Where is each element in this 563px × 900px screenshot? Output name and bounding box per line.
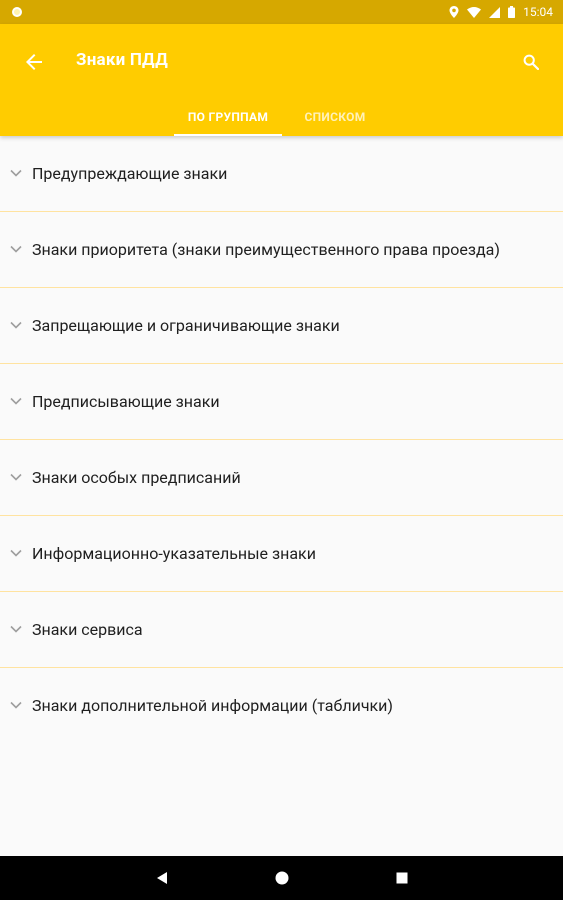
group-label: Запрещающие и ограничивающие знаки [32, 316, 340, 335]
chevron-down-icon [10, 549, 22, 557]
search-button[interactable] [517, 48, 545, 76]
nav-back-button[interactable] [152, 868, 172, 888]
group-item-special[interactable]: Знаки особых предписаний [0, 440, 563, 516]
group-label: Предупреждающие знаки [32, 164, 228, 183]
group-item-mandatory[interactable]: Предписывающие знаки [0, 364, 563, 440]
tab-by-groups[interactable]: ПО ГРУППАМ [174, 98, 282, 136]
notification-icon [12, 7, 22, 17]
chevron-down-icon [10, 321, 22, 329]
system-nav-bar [0, 856, 563, 900]
app-bar: Знаки ПДД ПО ГРУППАМ СПИСКОМ [0, 24, 563, 136]
group-item-priority[interactable]: Знаки приоритета (знаки преимущественног… [0, 212, 563, 288]
group-label: Знаки сервиса [32, 620, 143, 639]
group-item-additional[interactable]: Знаки дополнительной информации (табличк… [0, 668, 563, 744]
nav-home-button[interactable] [272, 868, 292, 888]
back-button[interactable] [20, 48, 48, 76]
search-icon [523, 54, 539, 70]
arrow-left-icon [26, 54, 42, 70]
location-icon [449, 6, 459, 18]
group-label: Знаки дополнительной информации (табличк… [32, 696, 393, 715]
home-circle-icon [275, 871, 289, 885]
tab-bar: ПО ГРУППАМ СПИСКОМ [0, 98, 563, 136]
back-triangle-icon [157, 872, 167, 884]
battery-icon [508, 6, 516, 18]
status-time: 15:04 [523, 5, 553, 19]
chevron-down-icon [10, 245, 22, 253]
status-bar: 15:04 [0, 0, 563, 24]
chevron-down-icon [10, 397, 22, 405]
tab-list[interactable]: СПИСКОМ [292, 98, 378, 136]
nav-recents-button[interactable] [392, 868, 412, 888]
chevron-down-icon [10, 169, 22, 177]
group-item-prohibitory[interactable]: Запрещающие и ограничивающие знаки [0, 288, 563, 364]
group-label: Знаки приоритета (знаки преимущественног… [32, 240, 500, 259]
group-item-warning[interactable]: Предупреждающие знаки [0, 136, 563, 212]
wifi-icon [467, 6, 482, 18]
group-item-information[interactable]: Информационно-указательные знаки [0, 516, 563, 592]
page-title: Знаки ПДД [76, 50, 168, 70]
recents-square-icon [396, 872, 408, 884]
group-item-service[interactable]: Знаки сервиса [0, 592, 563, 668]
group-label: Информационно-указательные знаки [32, 544, 316, 563]
chevron-down-icon [10, 625, 22, 633]
chevron-down-icon [10, 701, 22, 709]
signal-icon [489, 6, 501, 18]
group-list: Предупреждающие знаки Знаки приоритета (… [0, 136, 563, 744]
chevron-down-icon [10, 473, 22, 481]
group-label: Предписывающие знаки [32, 392, 220, 411]
group-label: Знаки особых предписаний [32, 468, 241, 487]
